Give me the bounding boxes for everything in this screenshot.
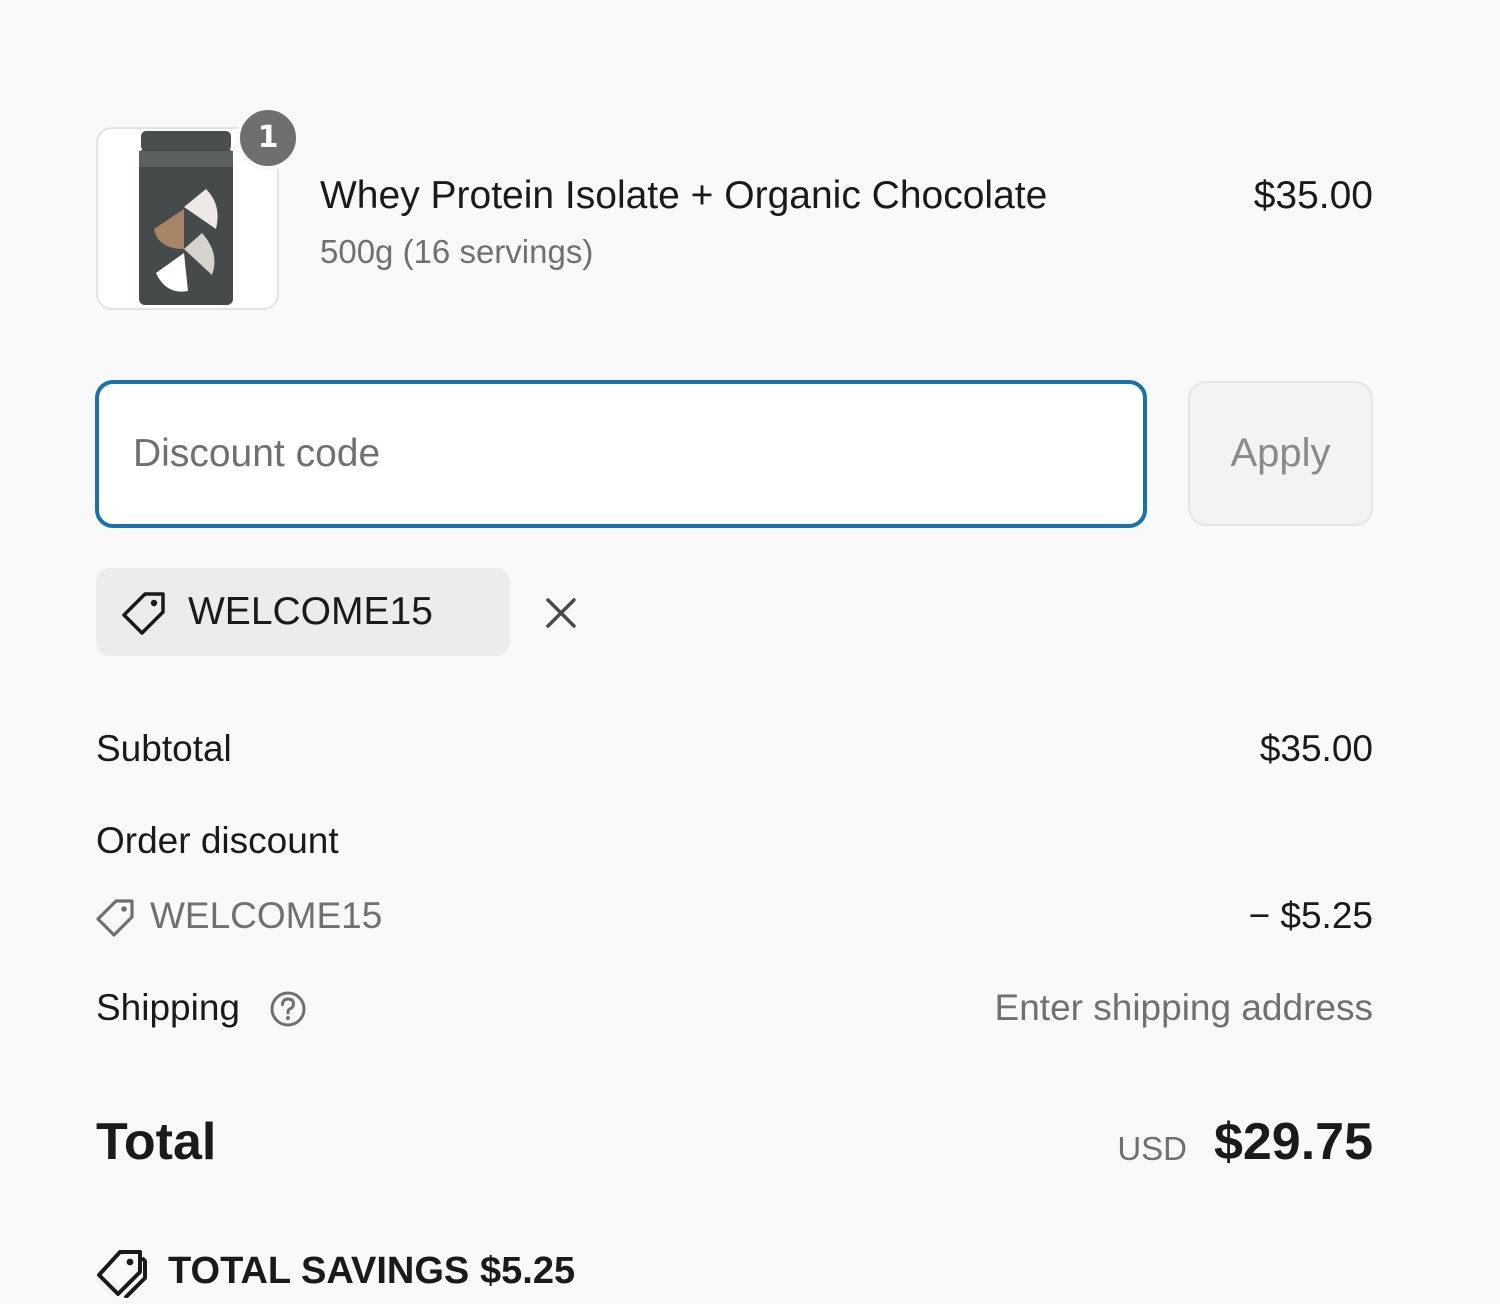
- savings-tag-icon: [97, 1250, 147, 1298]
- shipping-label: Shipping: [96, 987, 241, 1028]
- order-summary: 1 Whey Protein Isolate + Organic Chocola…: [0, 0, 1500, 1304]
- tag-icon: [122, 592, 165, 635]
- discount-code-input[interactable]: [95, 380, 1147, 528]
- applied-discount-chip: WELCOME15: [96, 568, 576, 656]
- order-discount-code: WELCOME15: [150, 895, 383, 936]
- product-variant: 500g (16 servings): [320, 233, 594, 270]
- order-discount-value: − $5.25: [1248, 895, 1373, 936]
- subtotal-value: $35.00: [1259, 728, 1373, 769]
- total-savings-amount: $5.25: [480, 1250, 576, 1292]
- tag-icon: [96, 899, 134, 937]
- apply-button[interactable]: Apply: [1188, 381, 1373, 526]
- protein-jar-image: [139, 131, 233, 305]
- product-price: $35.00: [1253, 174, 1373, 217]
- remove-discount-button[interactable]: [536, 588, 586, 638]
- order-discount-label: Order discount: [96, 820, 339, 861]
- applied-code-label: WELCOME15: [188, 590, 433, 633]
- quantity-badge: 1: [236, 106, 300, 170]
- help-icon[interactable]: [268, 989, 308, 1029]
- shipping-value: Enter shipping address: [994, 987, 1373, 1028]
- close-icon: [546, 598, 576, 628]
- total-label: Total: [96, 1113, 217, 1171]
- total-currency: USD: [1117, 1130, 1187, 1167]
- total-savings-label: TOTAL SAVINGS: [168, 1250, 470, 1292]
- total-amount: $29.75: [1213, 1113, 1373, 1171]
- product-name: Whey Protein Isolate + Organic Chocolate: [320, 174, 1048, 217]
- subtotal-label: Subtotal: [96, 728, 232, 769]
